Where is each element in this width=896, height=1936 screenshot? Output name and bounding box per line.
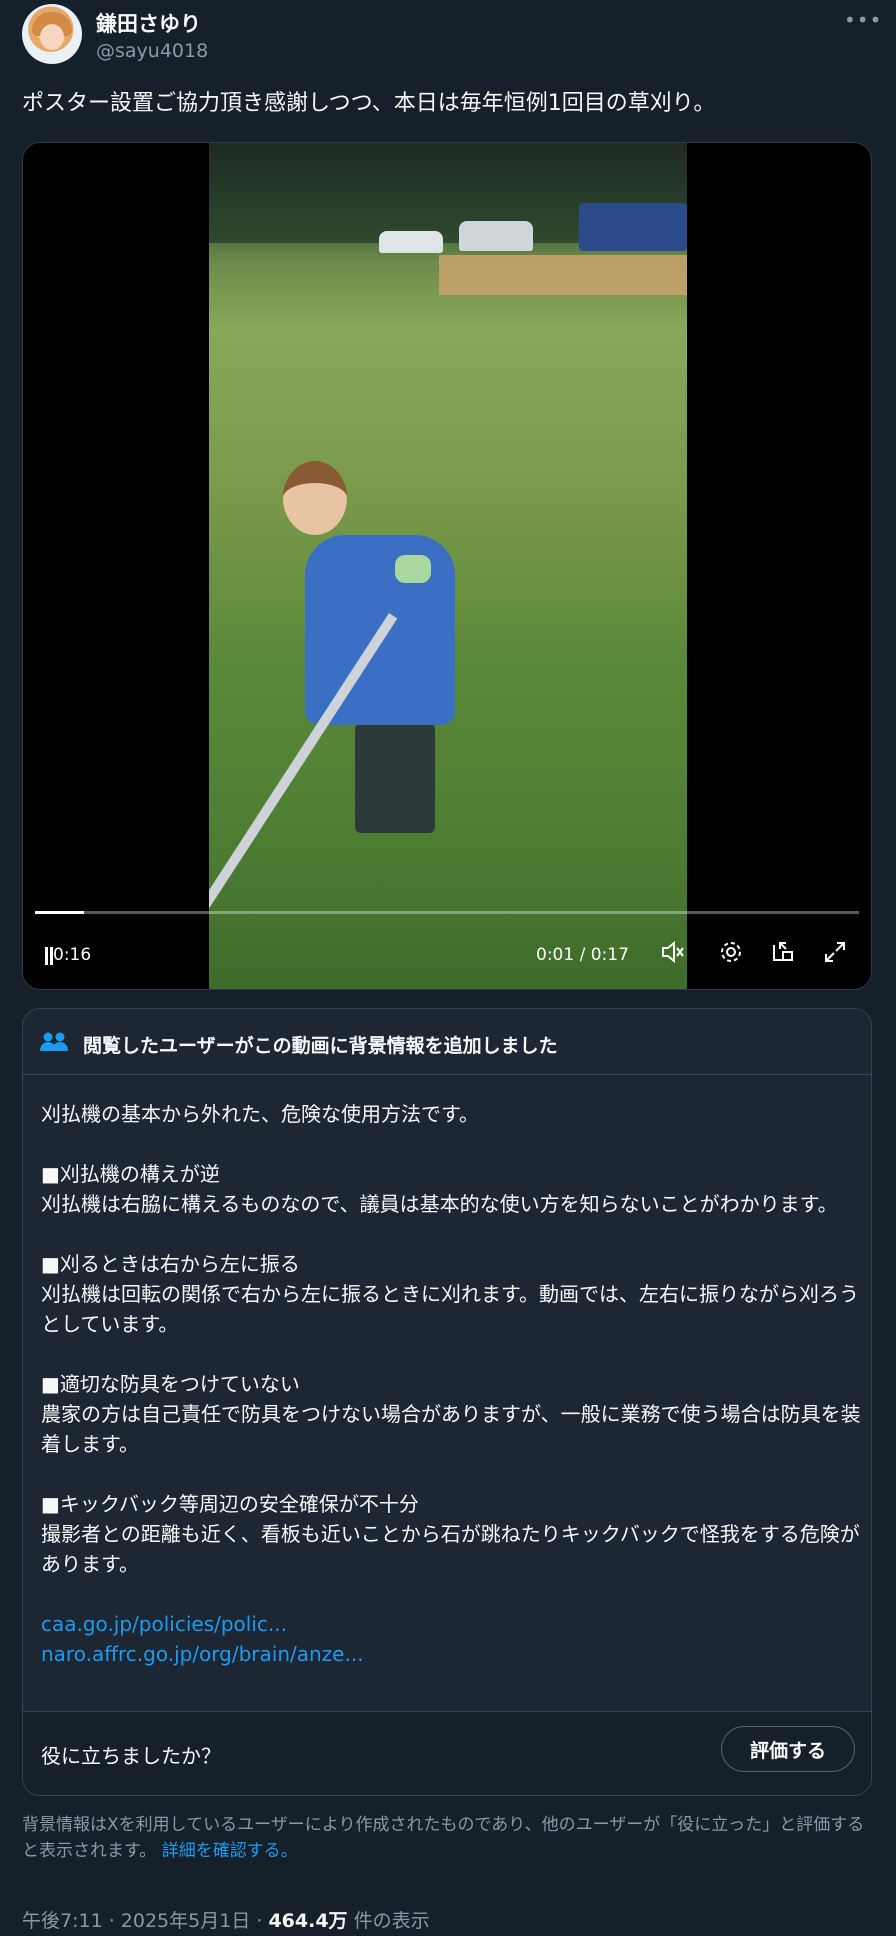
video-dry-grass [439,255,687,295]
picture-in-picture-icon[interactable] [767,939,799,971]
community-note-title: 閲覧したユーザーがこの動画に背景情報を追加しました [83,1035,558,1057]
video-glove [395,555,431,583]
tweet-meta: 午後7:11 · 2025年5月1日 · 464.4万 件の表示 [22,1906,430,1933]
community-note-header: 閲覧したユーザーがこの動画に背景情報を追加しました [23,1009,871,1075]
people-icon [39,1031,69,1053]
note-point-heading: ■キックバック等周辺の安全確保が不十分 [41,1492,419,1516]
note-point-heading: ■刈払機の構えが逆 [41,1162,220,1186]
tweet-header: 鎌田さゆり @sayu4018 ••• [22,4,881,66]
view-count: 464.4万 [268,1910,348,1932]
author-name[interactable]: 鎌田さゆり [96,8,201,38]
tweet-date[interactable]: 2025年5月1日 [121,1910,251,1932]
more-dots-icon[interactable]: ••• [844,6,881,36]
video-progress-fill [35,911,85,914]
video-progress-bar[interactable] [35,911,859,914]
video-elapsed: 0:16 [53,945,92,965]
video-truck [579,203,687,251]
pause-icon[interactable] [45,947,53,965]
community-note: 閲覧したユーザーがこの動画に背景情報を追加しました 刈払機の基本から外れた、危険… [22,1008,872,1796]
tweet-text: ポスター設置ご協力頂き感謝しつつ、本日は毎年恒例1回目の草刈り。 [22,91,716,116]
rate-button[interactable]: 評価する [721,1726,855,1772]
note-source-link[interactable]: caa.go.jp/policies/polic... [41,1609,861,1639]
note-point-body: 刈払機は右脇に構えるものなので、議員は基本的な使い方を知らないことがわかります。 [41,1192,838,1216]
settings-gear-icon[interactable] [715,939,747,971]
meta-separator: · [102,1910,121,1932]
video-car [459,221,533,251]
avatar-face [40,24,64,50]
tweet-time[interactable]: 午後7:11 [22,1910,103,1932]
view-label: 件の表示 [347,1910,430,1932]
note-point-body: 農家の方は自己責任で防具をつけない場合がありますが、一般に業務で使う場合は防具を… [41,1402,861,1456]
learn-more-link[interactable]: 詳細を確認する。 [162,1841,298,1861]
note-point-heading: ■適切な防具をつけていない [41,1372,300,1396]
note-source-link[interactable]: naro.affrc.go.jp/org/brain/anze... [41,1639,861,1669]
video-player[interactable]: 0:16 0:01 / 0:17 [22,142,872,990]
video-frame[interactable] [209,143,687,989]
community-note-body: 刈払機の基本から外れた、危険な使用方法です。 ■刈払機の構えが逆 刈払機は右脇に… [23,1075,871,1719]
author-handle[interactable]: @sayu4018 [96,40,208,62]
community-note-footer: 役に立ちましたか？ 評価する [23,1711,871,1795]
mute-icon[interactable] [657,939,689,971]
video-person-head [283,461,347,535]
note-intro: 刈払機の基本から外れた、危険な使用方法です。 [41,1102,479,1126]
community-note-text: 刈払機の基本から外れた、危険な使用方法です。 ■刈払機の構えが逆 刈払機は右脇に… [41,1099,861,1669]
meta-separator: · [250,1910,269,1932]
note-disclaimer: 背景情報はXを利用しているユーザーにより作成されたものであり、他のユーザーが「役… [22,1812,874,1864]
video-car [379,231,443,253]
avatar[interactable] [22,4,82,64]
fullscreen-icon[interactable] [819,939,851,971]
note-point-body: 刈払機は回転の関係で右から左に振るときに刈れます。動画では、左右に振りながら刈ろ… [41,1282,859,1336]
disclaimer-text: 背景情報はXを利用しているユーザーにより作成されたものであり、他のユーザーが「役… [22,1815,865,1861]
note-point-body: 撮影者との距離も近く、看板も近いことから石が跳ねたりキックバックで怪我をする危険… [41,1522,860,1576]
helpful-question: 役に立ちましたか？ [41,1744,221,1768]
video-timecode: 0:01 / 0:17 [536,945,629,965]
note-point-heading: ■刈るときは右から左に振る [41,1252,300,1276]
video-person-legs [355,723,435,833]
